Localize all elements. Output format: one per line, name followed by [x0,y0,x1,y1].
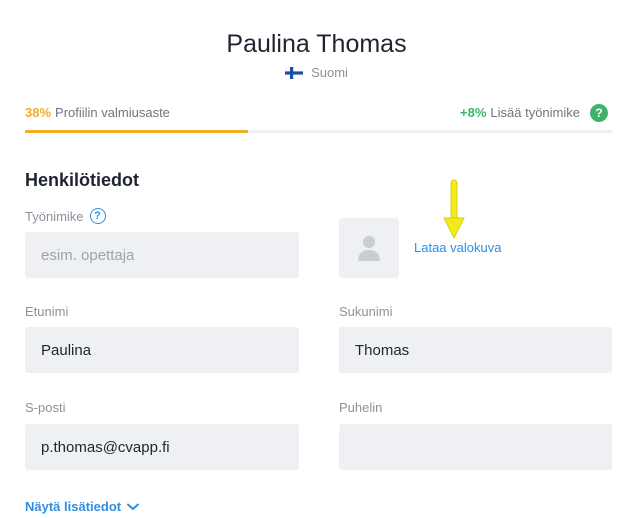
job-title-label: Työnimike [25,208,84,224]
progress-bar [25,130,612,133]
job-title-input[interactable] [25,232,299,278]
avatar-icon [358,236,380,261]
annotation-arrow-icon [443,179,465,240]
chevron-down-icon [127,503,140,510]
email-input[interactable] [25,424,299,470]
progress-row: 38% Profiilin valmiusaste +8% Lisää työnim… [25,104,612,124]
last-name-label: Sukunimi [339,304,393,319]
progress-boost[interactable]: +8% Lisää työnimike [460,105,580,120]
boost-text: Lisää työnimike [490,105,580,120]
show-more-label: Näytä lisätiedot [25,499,122,514]
first-name-label: Etunimi [25,304,69,319]
profile-name: Paulina Thomas [226,30,407,58]
progress-bar-fill [25,130,249,133]
profile-editor: Paulina Thomas Suomi 38% Profiilin valmiu… [0,0,633,518]
email-label: S-posti [25,400,66,415]
phone-label: Puhelin [339,400,383,415]
upload-photo-link[interactable]: Lataa valokuva [414,240,501,255]
first-name-input[interactable] [25,327,299,373]
job-title-help-icon[interactable]: ? [89,208,106,224]
finland-flag-icon [285,66,304,79]
photo-placeholder[interactable] [339,218,399,278]
progress-percent: 38% [25,105,52,120]
last-name-input[interactable] [339,327,612,373]
boost-percent: +8% [460,105,487,120]
progress-label: Profiilin valmiusaste [55,105,170,120]
show-more-link[interactable]: Näytä lisätiedot [25,499,140,514]
country-label: Suomi [311,65,348,80]
progress-status: 38% Profiilin valmiusaste [25,105,170,120]
section-title: Henkilötiedot [25,170,140,190]
help-icon[interactable]: ? [590,104,608,122]
job-title-label-row: Työnimike ? [25,208,106,224]
country-row: Suomi [0,65,633,80]
phone-input[interactable] [339,424,612,470]
